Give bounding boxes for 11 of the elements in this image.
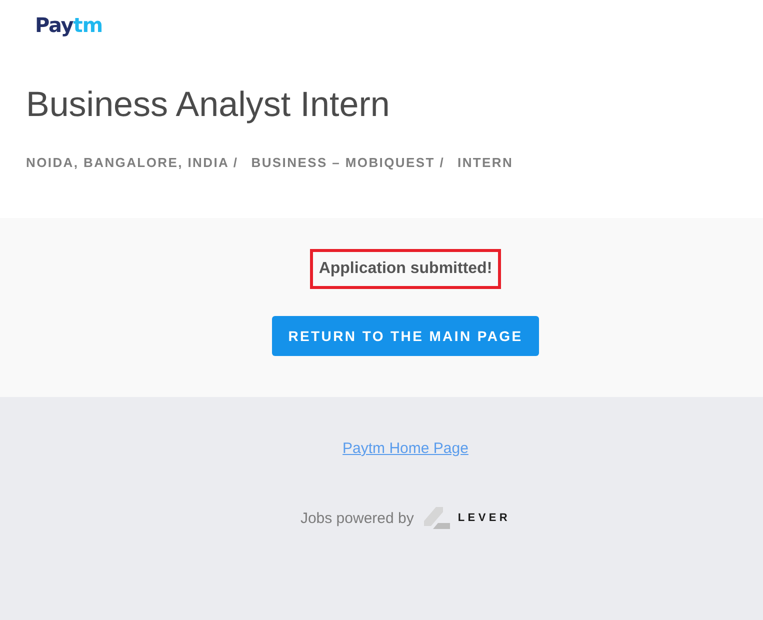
brand-wordmark: LEVER bbox=[458, 512, 511, 524]
site-logo: Paytm bbox=[35, 12, 102, 38]
job-category: BUSINESS – MOBIQUEST / bbox=[251, 155, 445, 170]
home-page-link[interactable]: Paytm Home Page bbox=[342, 439, 468, 459]
logo-icon bbox=[424, 507, 450, 529]
job-title: Business Analyst Intern bbox=[26, 84, 391, 126]
job-category: INTERN bbox=[458, 155, 514, 170]
return-button[interactable]: RETURN TO THE MAIN PAGE bbox=[272, 316, 539, 356]
status-message: Application submitted! bbox=[310, 249, 502, 289]
powered-by-text: Jobs powered by bbox=[300, 510, 414, 526]
job-category: NOIDA, BANGALORE, INDIA / bbox=[26, 155, 238, 170]
